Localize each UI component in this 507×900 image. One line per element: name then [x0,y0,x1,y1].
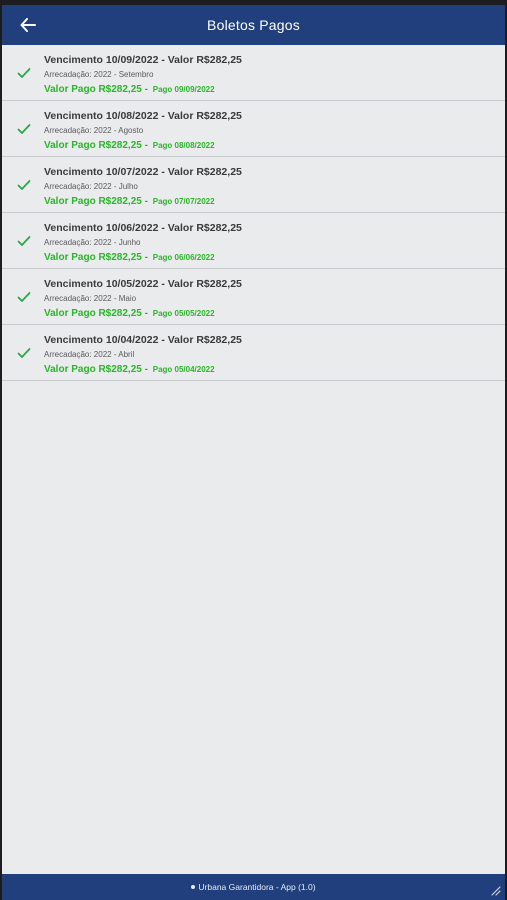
check-icon [17,124,31,134]
item-subtitle: Arrecadação: 2022 - Abril [44,350,135,359]
item-paid-line: Valor Pago R$282,25 - Pago 05/04/2022 [44,362,505,377]
list-item[interactable]: Vencimento 10/05/2022 - Valor R$282,25 A… [2,269,505,325]
paid-amount: Valor Pago R$282,25 - [44,308,148,319]
paid-date: Pago 05/05/2022 [152,309,215,318]
check-icon [17,236,31,246]
paid-date: Pago 08/08/2022 [152,141,215,150]
back-button[interactable] [14,11,42,39]
item-paid-line: Valor Pago R$282,25 - Pago 06/06/2022 [44,250,505,265]
paid-amount: Valor Pago R$282,25 - [44,364,148,375]
item-subtitle: Arrecadação: 2022 - Junho [44,238,141,247]
check-icon [17,68,31,78]
paid-amount: Valor Pago R$282,25 - [44,84,148,95]
app-frame: Boletos Pagos Vencimento 10/09/2022 - Va… [0,0,507,900]
paid-date: Pago 06/06/2022 [152,253,215,262]
app-header: Boletos Pagos [2,5,505,45]
item-title: Vencimento 10/04/2022 - Valor R$282,25 [44,334,242,346]
check-icon [17,292,31,302]
list-item[interactable]: Vencimento 10/06/2022 - Valor R$282,25 A… [2,213,505,269]
page-title: Boletos Pagos [207,17,300,33]
check-icon [17,348,31,358]
list-item[interactable]: Vencimento 10/09/2022 - Valor R$282,25 A… [2,45,505,101]
resize-grip-icon[interactable] [489,884,501,896]
list-item[interactable]: Vencimento 10/07/2022 - Valor R$282,25 A… [2,157,505,213]
bullet-icon [191,885,196,889]
arrow-left-icon [20,18,36,32]
item-subtitle: Arrecadação: 2022 - Julho [44,182,138,191]
item-title: Vencimento 10/08/2022 - Valor R$282,25 [44,110,242,122]
item-subtitle: Arrecadação: 2022 - Agosto [44,126,144,135]
item-paid-line: Valor Pago R$282,25 - Pago 05/05/2022 [44,306,505,321]
item-subtitle: Arrecadação: 2022 - Setembro [44,70,154,79]
item-title: Vencimento 10/06/2022 - Valor R$282,25 [44,222,242,234]
item-paid-line: Valor Pago R$282,25 - Pago 08/08/2022 [44,138,505,153]
boletos-list: Vencimento 10/09/2022 - Valor R$282,25 A… [2,45,505,381]
item-title: Vencimento 10/07/2022 - Valor R$282,25 [44,166,242,178]
list-item[interactable]: Vencimento 10/08/2022 - Valor R$282,25 A… [2,101,505,157]
paid-date: Pago 07/07/2022 [152,197,215,206]
item-paid-line: Valor Pago R$282,25 - Pago 09/09/2022 [44,82,505,97]
app-footer: Urbana Garantidora - App (1.0) [2,874,505,900]
item-title: Vencimento 10/09/2022 - Valor R$282,25 [44,54,242,66]
paid-date: Pago 09/09/2022 [152,85,215,94]
list-item[interactable]: Vencimento 10/04/2022 - Valor R$282,25 A… [2,325,505,381]
paid-date: Pago 05/04/2022 [152,365,215,374]
item-subtitle: Arrecadação: 2022 - Maio [44,294,137,303]
paid-amount: Valor Pago R$282,25 - [44,196,148,207]
footer-text: Urbana Garantidora - App (1.0) [198,882,316,892]
check-icon [17,180,31,190]
item-title: Vencimento 10/05/2022 - Valor R$282,25 [44,278,242,290]
paid-amount: Valor Pago R$282,25 - [44,252,148,263]
paid-amount: Valor Pago R$282,25 - [44,140,148,151]
item-paid-line: Valor Pago R$282,25 - Pago 07/07/2022 [44,194,505,209]
